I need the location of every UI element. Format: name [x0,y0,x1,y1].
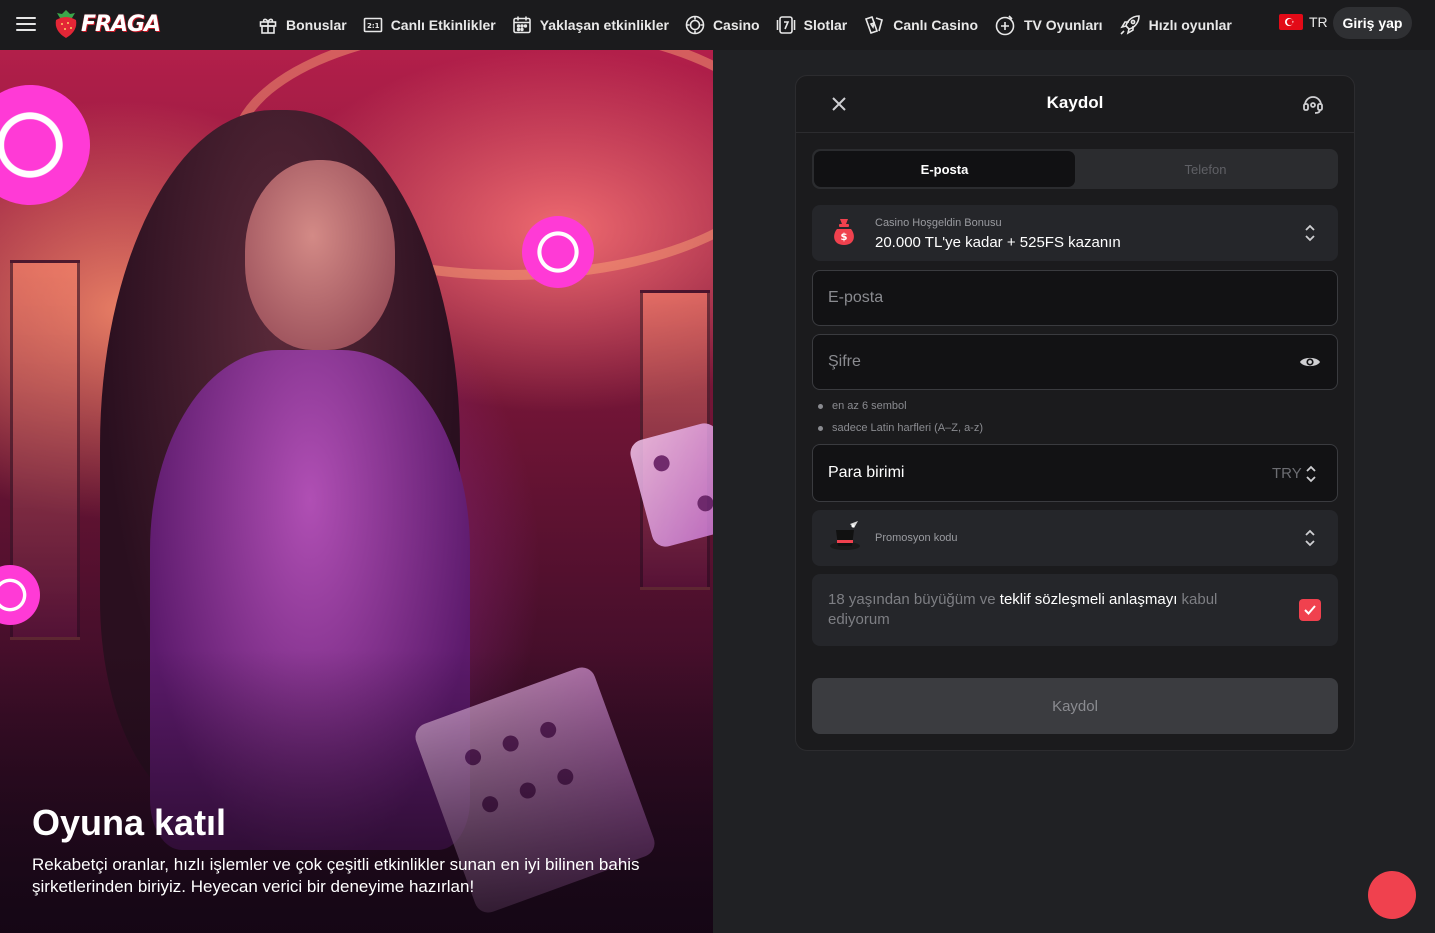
chevron-up-down-icon [1305,224,1315,242]
logo-text: FRAGA [81,11,161,37]
tab-phone[interactable]: Telefon [1075,151,1336,187]
language-selector[interactable]: TR [1279,14,1328,30]
register-title: Kaydol [1046,93,1104,112]
svg-text:2:1: 2:1 [367,22,380,30]
currency-selector[interactable]: Para birimi TRY [812,444,1338,502]
hero-description: Rekabetçi oranlar, hızlı işlemler ve çok… [32,855,640,896]
terms-text: 18 yaşından büyüğüm ve teklif sözleşmeli… [828,590,1258,630]
live-score-icon: 2:1 [363,17,382,33]
register-panel-header: Kaydol [796,76,1354,133]
register-panel: Kaydol E-posta Telefon $ Casino Hoşgeldi… [795,75,1355,751]
register-submit-button[interactable]: Kaydol [812,678,1338,734]
promo-code-label: Promosyon kodu [875,532,958,544]
checkmark-icon [1304,605,1316,615]
hero-title: Oyuna katıl [32,802,227,843]
money-bag-icon: $ [834,219,854,245]
rocket-icon [1119,15,1140,35]
hero-model-face [245,160,395,350]
password-hint: en az 6 sembol [818,400,907,412]
gift-icon [259,18,277,34]
bonus-label: Casino Hoşgeldin Bonusu [875,217,1002,229]
currency-value: TRY [1272,465,1302,482]
calendar-icon [512,16,531,34]
nav-item-bonuses[interactable]: Bonuslar [250,0,355,50]
promo-code-selector[interactable]: Promosyon kodu [812,510,1338,566]
nav-item-slots[interactable]: Slotlar [768,0,856,50]
bonus-selector[interactable]: $ Casino Hoşgeldin Bonusu 20.000 TL'ye k… [812,205,1338,261]
magic-hat-icon [830,521,860,550]
nav-label: TV Oyunları [1024,17,1103,33]
nav-item-fast-games[interactable]: Hızlı oyunlar [1111,0,1240,50]
language-code: TR [1309,14,1328,30]
nav-item-live-events[interactable]: 2:1 Canlı Etkinlikler [355,0,504,50]
casino-chip-decoration [0,68,107,222]
nav-label: Bonuslar [286,17,347,33]
nav-item-live-casino[interactable]: Canlı Casino [855,0,986,50]
nav-label: Casino [712,17,760,33]
nav-label: Hızlı oyunlar [1148,17,1232,33]
nav-label: Canlı Etkinlikler [390,17,496,33]
password-input[interactable] [813,335,1337,389]
email-input[interactable] [813,271,1337,325]
tv-games-icon [995,15,1015,36]
terms-text-pre: 18 yaşından büyüğüm ve [828,591,1000,608]
turkey-flag-icon [1279,14,1303,30]
nav-label: Canlı Casino [893,17,978,33]
terms-link[interactable]: teklif sözleşmeli anlaşmayı [1000,591,1178,608]
chevron-up-down-icon [1306,465,1316,483]
tab-email[interactable]: E-posta [814,151,1075,187]
password-field[interactable] [812,334,1338,390]
eye-icon[interactable] [1299,354,1321,370]
nav-label: Slotlar [803,17,848,33]
main-nav: Bonuslar 2:1 Canlı Etkinlikler Yaklaşan … [250,0,1240,50]
svg-text:$: $ [841,232,848,243]
nav-item-upcoming-events[interactable]: Yaklaşan etkinlikler [504,0,677,50]
support-headset-icon[interactable] [1301,92,1325,116]
menu-icon[interactable] [16,14,36,32]
bonus-value: 20.000 TL'ye kadar + 525FS kazanın [875,234,1121,251]
logo[interactable]: FRAGA [53,7,161,41]
nav-item-tv-games[interactable]: TV Oyunları [986,0,1111,50]
nav-item-casino[interactable]: Casino [677,0,768,50]
casino-chip-icon [685,15,705,35]
email-field[interactable] [812,270,1338,326]
strawberry-logo-icon [53,9,79,39]
slot-seven-icon [776,16,795,34]
top-navigation-bar: FRAGA Bonuslar 2:1 Canlı Etkinlikler Yak… [0,0,1435,50]
currency-label: Para birimi [828,464,905,481]
terms-agreement: 18 yaşından büyüğüm ve teklif sözleşmeli… [812,574,1338,646]
password-hint: sadece Latin harfleri (A–Z, a-z) [818,422,983,434]
register-method-tabs: E-posta Telefon [812,149,1338,189]
login-button[interactable]: Giriş yap [1333,7,1412,39]
chat-support-button[interactable] [1368,871,1416,919]
terms-checkbox[interactable] [1299,599,1321,621]
nav-label: Yaklaşan etkinlikler [539,17,669,33]
live-casino-icon [865,15,884,35]
casino-chip-decoration [522,216,594,288]
chevron-up-down-icon [1305,529,1315,547]
hero-banner: Oyuna katıl Rekabetçi oranlar, hızlı işl… [0,50,713,933]
